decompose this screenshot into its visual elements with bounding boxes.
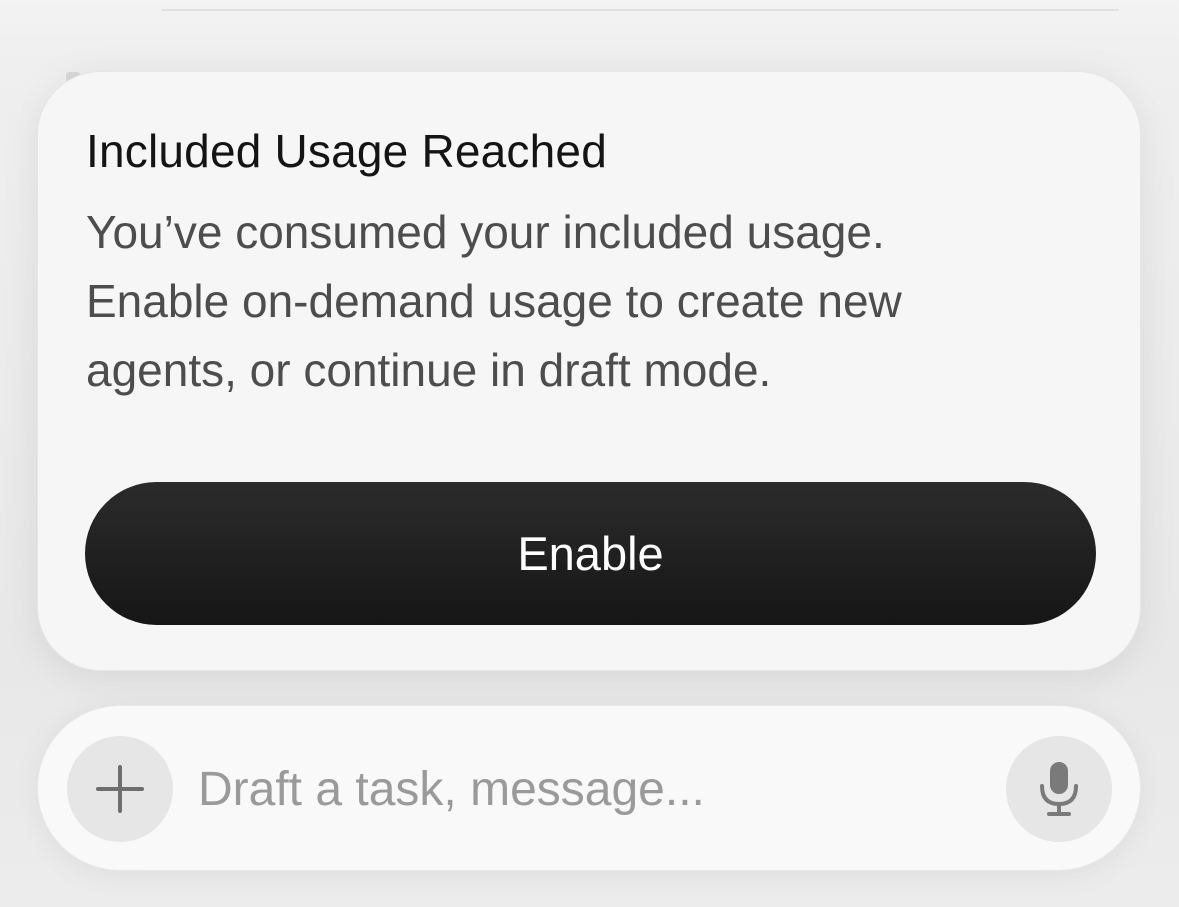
draft-input[interactable]	[198, 746, 978, 832]
dialog-message-line: agents, or continue in draft mode.	[86, 344, 772, 396]
microphone-icon	[1040, 762, 1078, 816]
dialog-message-line: You’ve consumed your included usage.	[86, 206, 885, 258]
plus-icon	[96, 765, 144, 813]
voice-input-button[interactable]	[1006, 736, 1112, 842]
enable-button[interactable]: Enable	[85, 482, 1096, 625]
divider	[162, 9, 1119, 11]
usage-limit-dialog: Included Usage Reached You’ve consumed y…	[37, 71, 1141, 671]
attach-button[interactable]	[67, 736, 173, 842]
dialog-message-line: Enable on-demand usage to create new	[86, 275, 902, 327]
dialog-message: You’ve consumed your included usage. Ena…	[86, 198, 1096, 405]
message-composer	[37, 705, 1141, 871]
dialog-title: Included Usage Reached	[86, 125, 607, 177]
